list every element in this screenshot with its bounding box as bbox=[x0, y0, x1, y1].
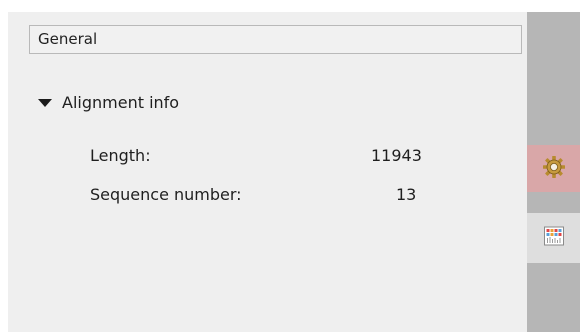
alignment-info-title: Alignment info bbox=[62, 92, 180, 112]
length-value: 11943 bbox=[371, 146, 422, 165]
sequence-number-value: 13 bbox=[396, 185, 417, 204]
sequence-number-row: Sequence number: 13 bbox=[90, 185, 470, 207]
alignment-info-toggle[interactable]: Alignment info bbox=[38, 90, 179, 114]
sequence-number-label: Sequence number: bbox=[90, 185, 242, 204]
length-label: Length: bbox=[90, 146, 151, 165]
expand-caret-icon bbox=[38, 98, 52, 107]
gear-icon bbox=[542, 155, 566, 183]
options-panel-window: General Alignment info Length: 11943 Seq… bbox=[0, 0, 580, 332]
general-settings-tab[interactable] bbox=[527, 145, 580, 192]
general-group-header: General bbox=[29, 25, 522, 54]
options-panel: General Alignment info Length: 11943 Seq… bbox=[8, 12, 527, 332]
length-row: Length: 11943 bbox=[90, 146, 470, 168]
group-title: General bbox=[38, 30, 98, 48]
alignment-overview-tab[interactable] bbox=[527, 213, 580, 263]
alignment-overview-icon bbox=[543, 225, 565, 251]
